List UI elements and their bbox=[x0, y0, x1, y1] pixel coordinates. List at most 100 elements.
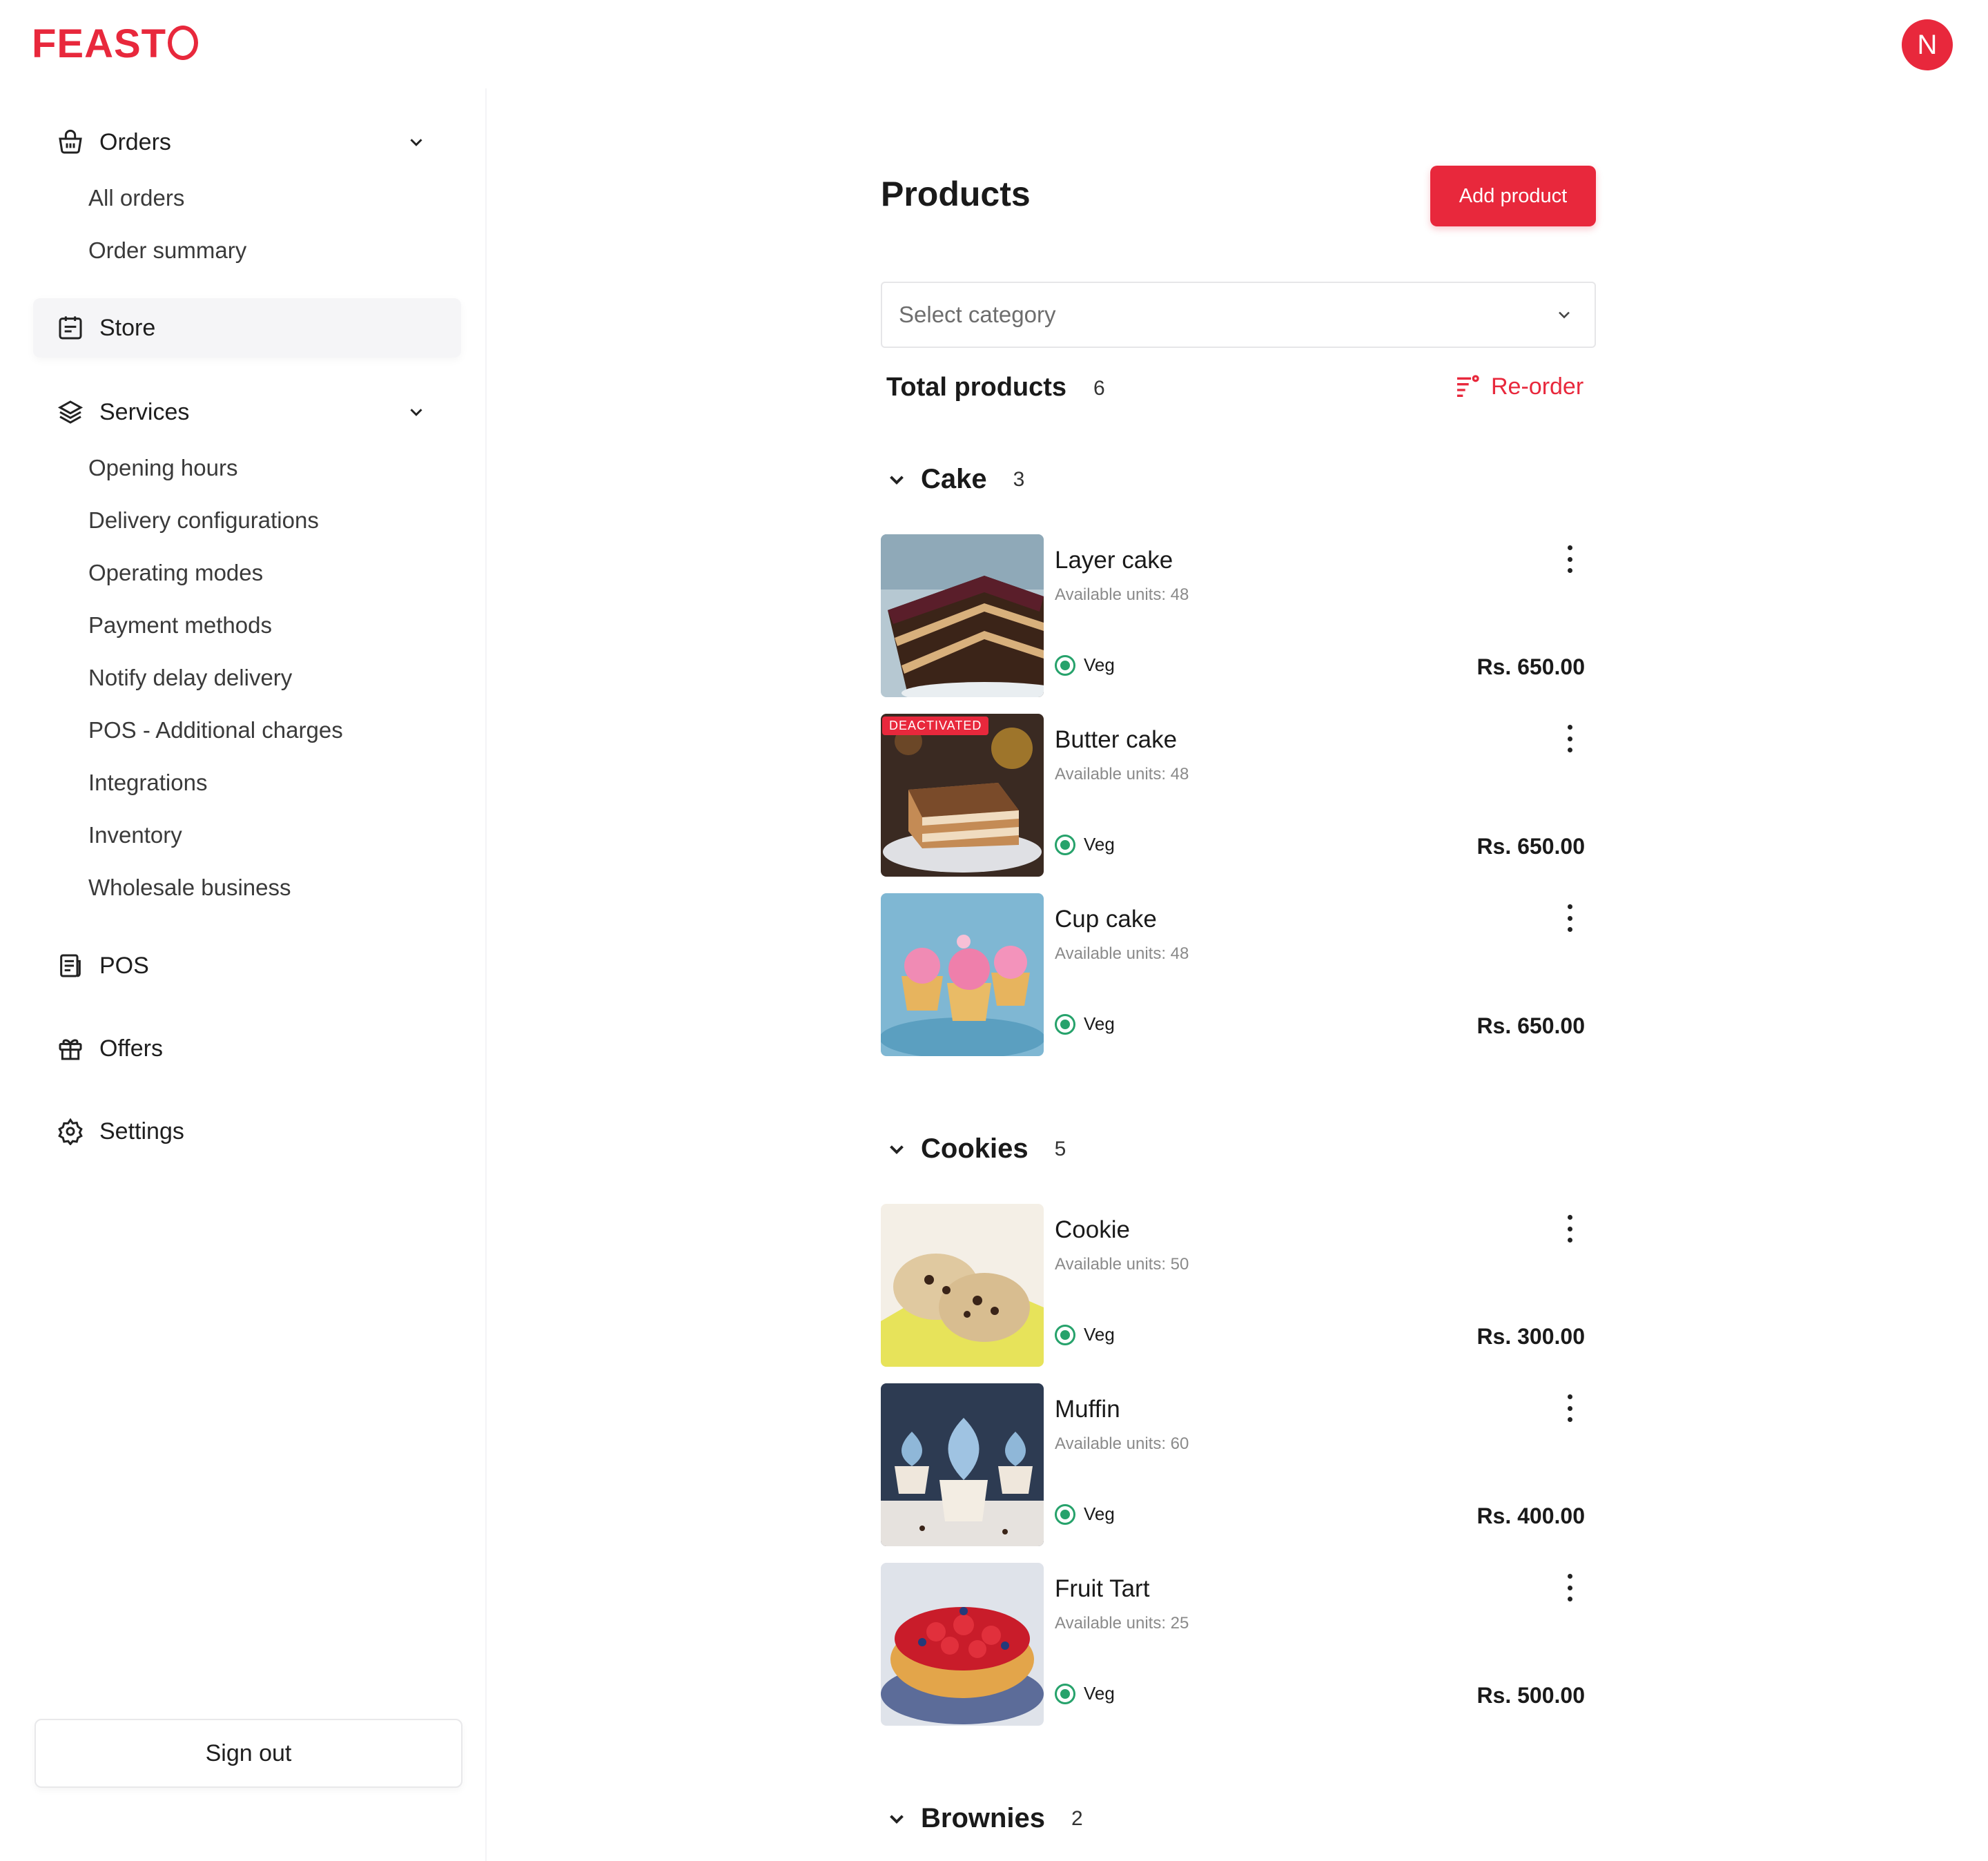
sidebar-item-order-summary[interactable]: Order summary bbox=[33, 224, 461, 277]
product-card[interactable]: Layer cake Available units: 48 Veg Rs. 6… bbox=[881, 534, 1596, 697]
product-name: Fruit Tart bbox=[1055, 1575, 1150, 1602]
category-header-brownies[interactable]: Brownies 2 bbox=[885, 1803, 1083, 1834]
nav-store-label: Store bbox=[99, 314, 156, 341]
brand-logo[interactable]: FEAST bbox=[32, 21, 199, 67]
nav-settings-group: Settings bbox=[33, 1102, 461, 1161]
nav-pos[interactable]: POS bbox=[33, 936, 461, 995]
total-products-count: 6 bbox=[1093, 377, 1105, 400]
reorder-icon bbox=[1457, 375, 1479, 397]
product-card[interactable]: Muffin Available units: 60 Veg Rs. 400.0… bbox=[881, 1383, 1596, 1546]
product-units: Available units: 48 bbox=[1055, 585, 1189, 604]
veg-tag: Veg bbox=[1055, 1683, 1115, 1704]
product-card[interactable]: Cookie Available units: 50 Veg Rs. 300.0… bbox=[881, 1204, 1596, 1367]
product-price: Rs. 650.00 bbox=[1477, 1013, 1585, 1038]
product-image-muffin bbox=[881, 1383, 1044, 1546]
product-card[interactable]: Fruit Tart Available units: 25 Veg Rs. 5… bbox=[881, 1563, 1596, 1726]
veg-icon bbox=[1055, 1683, 1075, 1704]
more-options-icon[interactable] bbox=[1566, 725, 1574, 752]
more-options-icon[interactable] bbox=[1566, 1394, 1574, 1422]
sidebar-item-opening-hours[interactable]: Opening hours bbox=[33, 442, 461, 494]
product-units: Available units: 48 bbox=[1055, 765, 1189, 783]
veg-label: Veg bbox=[1084, 834, 1115, 855]
product-name: Layer cake bbox=[1055, 547, 1173, 574]
product-name: Muffin bbox=[1055, 1396, 1120, 1423]
top-bar: FEAST N bbox=[0, 0, 1988, 88]
chevron-down-icon[interactable] bbox=[885, 468, 908, 491]
category-count: 3 bbox=[1013, 467, 1025, 491]
nav-orders-group: Orders All orders Order summary bbox=[33, 113, 461, 277]
chevron-down-icon[interactable] bbox=[885, 1807, 908, 1831]
veg-label: Veg bbox=[1084, 654, 1115, 675]
product-name: Butter cake bbox=[1055, 726, 1178, 753]
user-avatar[interactable]: N bbox=[1902, 19, 1953, 70]
more-options-icon[interactable] bbox=[1566, 904, 1574, 932]
product-image-fruit-tart bbox=[881, 1563, 1044, 1726]
reorder-button[interactable]: Re-order bbox=[1454, 373, 1583, 400]
nav-store[interactable]: Store bbox=[33, 298, 461, 358]
chevron-down-icon[interactable] bbox=[406, 402, 427, 422]
product-units: Available units: 50 bbox=[1055, 1255, 1189, 1274]
chevron-down-icon bbox=[1559, 311, 1570, 319]
veg-tag: Veg bbox=[1055, 834, 1115, 855]
chevron-down-icon[interactable] bbox=[885, 1138, 908, 1161]
category-header-cookies[interactable]: Cookies 5 bbox=[885, 1133, 1066, 1165]
category-name: Cake bbox=[921, 464, 987, 494]
nav-offers-label: Offers bbox=[99, 1035, 163, 1062]
product-card[interactable]: DEACTIVATED Butter cake Available units:… bbox=[881, 714, 1596, 877]
more-options-icon[interactable] bbox=[1566, 1215, 1574, 1243]
product-card[interactable]: Cup cake Available units: 48 Veg Rs. 650… bbox=[881, 893, 1596, 1056]
veg-icon bbox=[1055, 1324, 1075, 1345]
category-count: 2 bbox=[1071, 1806, 1083, 1830]
total-products-label: Total products bbox=[886, 373, 1067, 402]
product-price: Rs. 650.00 bbox=[1477, 834, 1585, 859]
receipt-icon bbox=[55, 951, 86, 981]
sidebar-item-integrations[interactable]: Integrations bbox=[33, 757, 461, 809]
product-units: Available units: 25 bbox=[1055, 1614, 1189, 1633]
basket-icon bbox=[55, 127, 86, 157]
sidebar-item-all-orders[interactable]: All orders bbox=[33, 172, 461, 224]
sidebar-item-notify-delay-delivery[interactable]: Notify delay delivery bbox=[33, 652, 461, 704]
product-price: Rs. 650.00 bbox=[1477, 654, 1585, 679]
sidebar-item-delivery-configurations[interactable]: Delivery configurations bbox=[33, 494, 461, 547]
veg-label: Veg bbox=[1084, 1503, 1115, 1524]
nav-orders[interactable]: Orders bbox=[33, 113, 461, 172]
sidebar-item-wholesale-business[interactable]: Wholesale business bbox=[33, 861, 461, 914]
product-image-cookie bbox=[881, 1204, 1044, 1367]
more-options-icon[interactable] bbox=[1566, 1574, 1574, 1601]
veg-icon bbox=[1055, 834, 1075, 855]
calendar-icon bbox=[55, 313, 86, 343]
veg-label: Veg bbox=[1084, 1324, 1115, 1345]
product-image-cup-cake bbox=[881, 893, 1044, 1056]
category-select[interactable]: Select category bbox=[881, 282, 1596, 348]
sidebar-item-pos-additional-charges[interactable]: POS - Additional charges bbox=[33, 704, 461, 757]
category-select-placeholder: Select category bbox=[899, 302, 1056, 327]
deactivated-badge: DEACTIVATED bbox=[882, 717, 989, 735]
sidebar: Orders All orders Order summary Store Se… bbox=[0, 88, 487, 1861]
more-options-icon[interactable] bbox=[1566, 545, 1574, 573]
product-units: Available units: 60 bbox=[1055, 1434, 1189, 1453]
sidebar-item-operating-modes[interactable]: Operating modes bbox=[33, 547, 461, 599]
category-header-cake[interactable]: Cake 3 bbox=[885, 464, 1024, 495]
sidebar-item-inventory[interactable]: Inventory bbox=[33, 809, 461, 861]
nav-pos-label: POS bbox=[99, 952, 149, 979]
chevron-down-icon[interactable] bbox=[406, 132, 427, 153]
gear-icon bbox=[55, 1116, 86, 1147]
product-units: Available units: 48 bbox=[1055, 944, 1189, 963]
nav-orders-label: Orders bbox=[99, 128, 171, 155]
nav-pos-group: POS bbox=[33, 936, 461, 995]
veg-tag: Veg bbox=[1055, 1013, 1115, 1035]
gift-icon bbox=[55, 1033, 86, 1064]
sign-out-button[interactable]: Sign out bbox=[35, 1719, 462, 1788]
nav-offers[interactable]: Offers bbox=[33, 1019, 461, 1078]
sidebar-item-payment-methods[interactable]: Payment methods bbox=[33, 599, 461, 652]
nav-services-label: Services bbox=[99, 398, 190, 425]
nav-settings[interactable]: Settings bbox=[33, 1102, 461, 1161]
nav-services[interactable]: Services bbox=[33, 382, 461, 442]
product-image-layer-cake bbox=[881, 534, 1044, 697]
category-count: 5 bbox=[1054, 1137, 1066, 1160]
veg-tag: Veg bbox=[1055, 1324, 1115, 1345]
veg-icon bbox=[1055, 654, 1075, 676]
veg-icon bbox=[1055, 1013, 1075, 1035]
add-product-button[interactable]: Add product bbox=[1430, 166, 1596, 226]
product-name: Cookie bbox=[1055, 1216, 1130, 1243]
